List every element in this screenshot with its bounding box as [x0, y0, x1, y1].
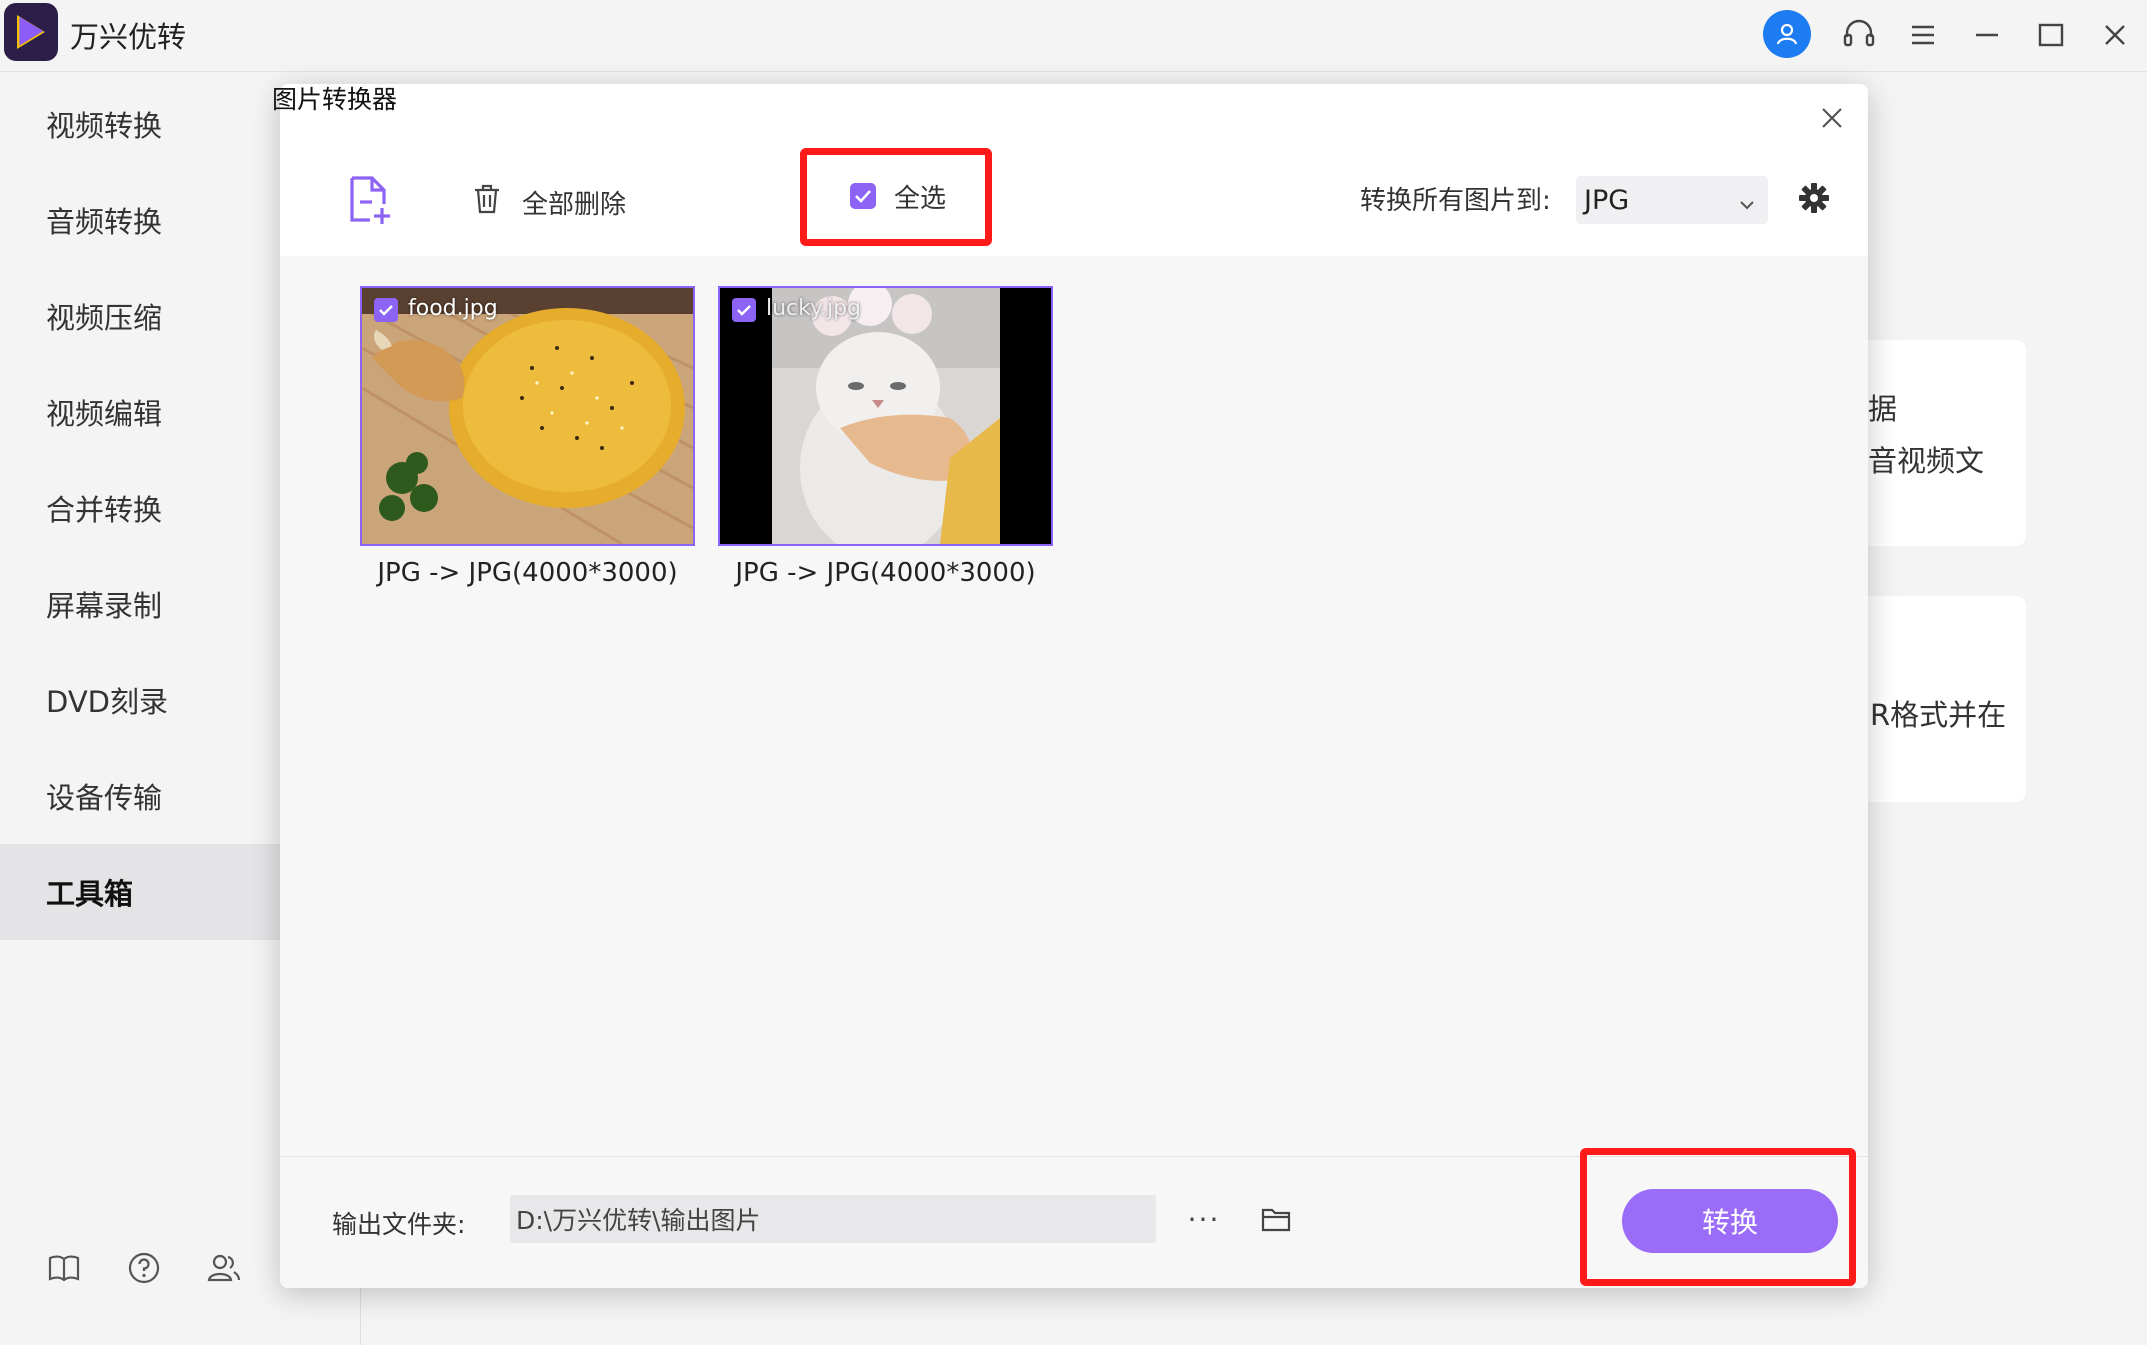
app-name: 万兴优转 [70, 20, 187, 54]
output-format-select[interactable]: JPG [1576, 176, 1768, 224]
delete-all-label: 全部删除 [522, 189, 627, 220]
folder-icon[interactable] [1256, 1199, 1296, 1239]
menu-icon[interactable] [1898, 10, 1948, 60]
maximize-icon[interactable] [2026, 10, 2076, 60]
title-bar: 万兴优转 [0, 0, 2147, 72]
community-users-icon[interactable] [204, 1248, 244, 1288]
background-card-2-desc: R格式并在 [1870, 698, 2007, 732]
app-logo-icon [4, 3, 58, 61]
sidebar-item-device-transfer[interactable]: 设备传输 [0, 748, 280, 844]
book-icon[interactable] [44, 1248, 84, 1288]
add-file-icon[interactable] [346, 174, 394, 226]
sidebar: 视频转换 音频转换 视频压缩 视频编辑 合并转换 屏幕录制 DVD刻录 设备传输… [0, 72, 280, 1345]
image-thumbnail-lucky[interactable]: lucky.jpg [718, 286, 1053, 546]
dialog-title: 图片转换器 [272, 85, 398, 114]
background-card-1-title: 据 [1868, 392, 1898, 426]
sidebar-item-video-convert[interactable]: 视频转换 [0, 76, 280, 172]
highlight-convert-button [1580, 1148, 1856, 1286]
checkbox-checked-icon[interactable] [732, 298, 756, 322]
background-card-2[interactable]: R格式并在 [1860, 596, 2026, 802]
help-icon[interactable] [124, 1248, 164, 1288]
trash-icon [472, 183, 502, 222]
convert-all-label: 转换所有图片到: [1360, 186, 1551, 216]
chevron-down-icon [1738, 190, 1756, 221]
dialog-toolbar: 全部删除 全选 转换所有图片到: JPG [280, 84, 1868, 256]
image-filename: lucky.jpg [766, 296, 862, 321]
more-options-button[interactable]: ··· [1184, 1199, 1224, 1239]
image-converter-dialog: 全部删除 全选 转换所有图片到: JPG food.jpg JPG -> JPG… [280, 84, 1868, 1288]
image-filename: food.jpg [408, 296, 498, 321]
sidebar-item-audio-convert[interactable]: 音频转换 [0, 172, 280, 268]
image-item-lucky[interactable]: lucky.jpg JPG -> JPG(4000*3000) [718, 286, 1053, 588]
sidebar-item-video-edit[interactable]: 视频编辑 [0, 364, 280, 460]
image-thumbnail-food[interactable]: food.jpg [360, 286, 695, 546]
user-avatar-icon[interactable] [1763, 10, 1811, 58]
gear-icon[interactable] [1794, 178, 1834, 218]
checkbox-checked-icon[interactable] [374, 298, 398, 322]
dialog-close-icon[interactable] [1810, 96, 1854, 140]
background-card-1[interactable]: 据 音视频文 [1860, 340, 2026, 546]
support-headset-icon[interactable] [1834, 10, 1884, 60]
sidebar-item-merge[interactable]: 合并转换 [0, 460, 280, 556]
sidebar-item-toolbox[interactable]: 工具箱 [0, 844, 280, 940]
output-folder-path[interactable]: D:\万兴优转\输出图片 [510, 1195, 1156, 1243]
image-item-food[interactable]: food.jpg JPG -> JPG(4000*3000) [360, 286, 695, 588]
image-conversion-info: JPG -> JPG(4000*3000) [377, 558, 678, 588]
sidebar-item-screen-record[interactable]: 屏幕录制 [0, 556, 280, 652]
image-list: food.jpg JPG -> JPG(4000*3000) lucky.jpg… [280, 256, 1868, 1156]
sidebar-item-video-compress[interactable]: 视频压缩 [0, 268, 280, 364]
output-folder-label: 输出文件夹: [332, 1210, 466, 1239]
background-card-1-desc: 音视频文 [1868, 444, 1985, 478]
close-window-icon[interactable] [2090, 10, 2140, 60]
sidebar-item-dvd-burn[interactable]: DVD刻录 [0, 652, 280, 748]
image-conversion-info: JPG -> JPG(4000*3000) [735, 558, 1036, 588]
highlight-select-all [800, 148, 992, 246]
minimize-icon[interactable] [1962, 10, 2012, 60]
output-format-value: JPG [1584, 184, 1630, 216]
delete-all-button[interactable]: 全部删除 [472, 180, 626, 224]
